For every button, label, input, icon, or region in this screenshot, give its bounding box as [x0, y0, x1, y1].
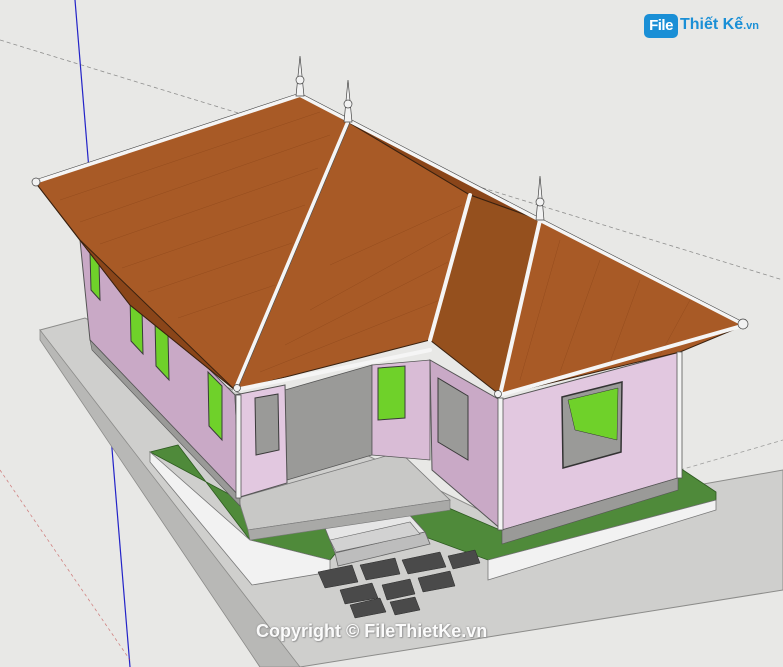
copyright-watermark: Copyright © FileThietKe.vn [256, 621, 488, 641]
logo-file-badge: File [644, 14, 678, 38]
dashed-guide-line-right [679, 439, 783, 471]
logo-text: Thiết Kế.vn [680, 16, 759, 34]
house-3d-model-render [0, 0, 783, 667]
dashed-guide-line [0, 469, 131, 661]
eave-ornament-right [737, 318, 749, 330]
eave-ornament-left [31, 177, 41, 187]
logo-tld: .vn [743, 20, 760, 32]
porch-window-left [254, 393, 280, 456]
eave-ornament-wing [494, 390, 502, 398]
eave-ornament-mid [233, 384, 241, 392]
porch-door [377, 365, 406, 421]
sketchup-viewport[interactable]: File Thiết Kế.vn Copyright © FileThietKe… [0, 0, 783, 667]
logo-name: Thiết Kế [680, 16, 744, 33]
filethietke-logo: File Thiết Kế.vn [644, 12, 759, 42]
